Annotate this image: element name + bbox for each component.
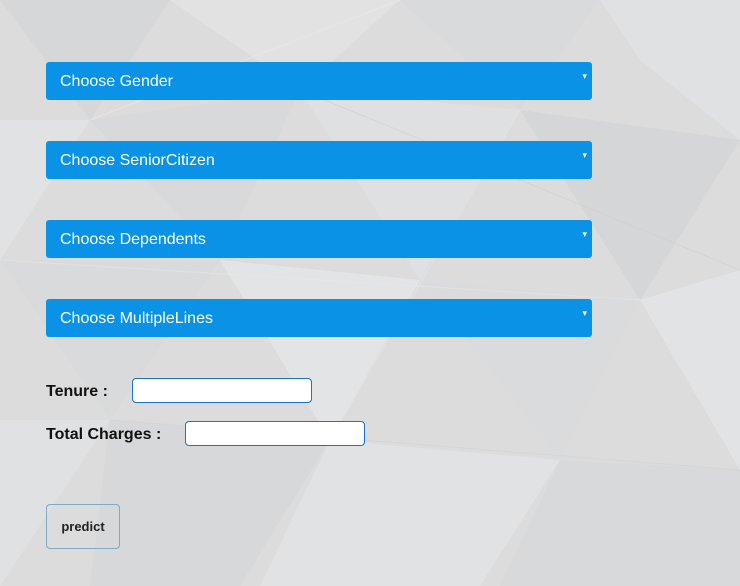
dependents-select[interactable]: Choose Dependents ▾ bbox=[46, 220, 592, 258]
dependents-select-label: Choose Dependents bbox=[60, 231, 206, 248]
predict-button[interactable]: predict bbox=[46, 504, 120, 549]
gender-select[interactable]: Choose Gender ▾ bbox=[46, 62, 592, 100]
multiple-lines-select[interactable]: Choose MultipleLines ▾ bbox=[46, 299, 592, 337]
senior-citizen-select[interactable]: Choose SeniorCitizen ▾ bbox=[46, 141, 592, 179]
tenure-input[interactable] bbox=[132, 378, 312, 403]
chevron-down-icon: ▾ bbox=[582, 150, 587, 160]
chevron-down-icon: ▾ bbox=[582, 71, 587, 81]
total-charges-input[interactable] bbox=[185, 421, 365, 446]
chevron-down-icon: ▾ bbox=[582, 308, 587, 318]
chevron-down-icon: ▾ bbox=[582, 229, 587, 239]
senior-citizen-select-label: Choose SeniorCitizen bbox=[60, 152, 215, 169]
multiple-lines-select-label: Choose MultipleLines bbox=[60, 310, 213, 327]
prediction-form: Choose Gender ▾ Choose SeniorCitizen ▾ C… bbox=[0, 0, 740, 586]
tenure-label: Tenure : bbox=[46, 383, 108, 400]
total-charges-label: Total Charges : bbox=[46, 426, 162, 443]
gender-select-label: Choose Gender bbox=[60, 73, 173, 90]
